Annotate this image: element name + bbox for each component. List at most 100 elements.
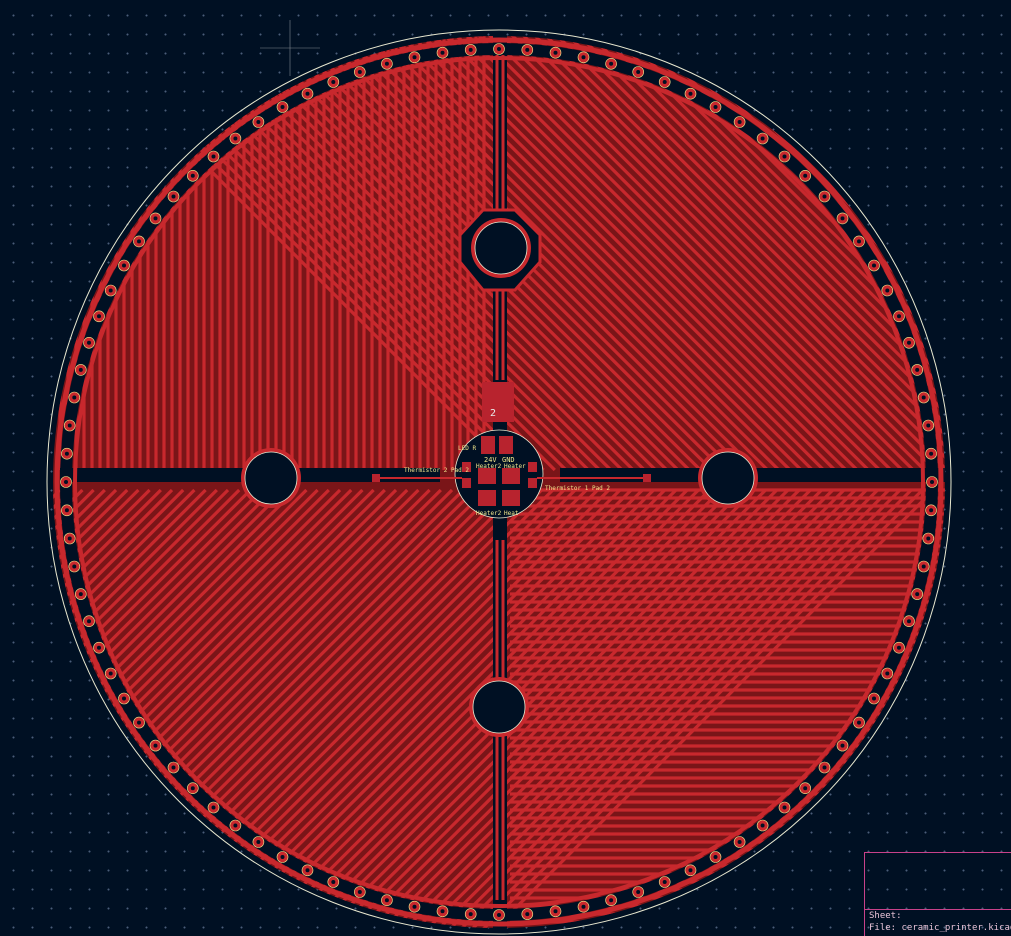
connector-pad[interactable]: [478, 490, 496, 506]
led-pad-center: [872, 696, 876, 701]
thermistor-2-label: Thermistor 2 Pad 2: [404, 467, 469, 474]
led-pad-center: [78, 592, 83, 597]
connector-pad[interactable]: [499, 436, 513, 454]
led-pad-center: [78, 367, 83, 372]
pcb-canvas[interactable]: 2 24V GND LED R Heater2 Heater Heater2 H…: [0, 0, 1011, 936]
file-label: File: ceramic_printer.kicad_pcb: [869, 923, 1011, 933]
led-pad-center: [636, 890, 641, 894]
connector-pad[interactable]: [502, 468, 520, 484]
led-pad-center: [688, 868, 693, 873]
led-pad-center: [929, 451, 934, 456]
led-pad-center: [840, 216, 845, 221]
led-pad-center: [256, 120, 261, 124]
led-pad-center: [64, 508, 69, 513]
led-pad-center: [713, 855, 718, 859]
led-pad-center: [97, 314, 101, 319]
drawing-sheet-title-block: Sheet: File: ceramic_printer.kicad_pcb: [864, 852, 1011, 936]
led-pad-center: [921, 395, 926, 400]
led-pad-center: [662, 80, 667, 84]
led-pad-center: [525, 47, 530, 52]
led-pad-center: [384, 898, 389, 903]
led-pad-center: [108, 288, 113, 293]
led-pad-center: [609, 898, 614, 903]
led-pad-center: [233, 136, 238, 141]
led-pad-center: [857, 720, 861, 725]
led-pad-center: [108, 671, 113, 676]
mounting-hole-right[interactable]: [701, 451, 755, 505]
led-pad-center: [688, 91, 693, 96]
mounting-hole-bottom[interactable]: [472, 680, 526, 734]
led-pad-center: [885, 288, 890, 293]
smd-pad[interactable]: [528, 478, 537, 488]
led-pad-center: [662, 880, 667, 884]
connector-pad[interactable]: [502, 490, 520, 506]
led-pad-center: [331, 80, 336, 84]
led-pad-center: [190, 173, 195, 178]
led-pad-center: [171, 194, 176, 199]
led-pad-center: [440, 909, 445, 914]
led-pad-center: [211, 154, 216, 159]
led-pad-center: [137, 720, 141, 725]
led-pad-center: [926, 423, 931, 428]
led-pad-center: [822, 765, 827, 770]
led-pad-center: [137, 239, 141, 244]
led-pad-center: [122, 263, 126, 268]
led-pad-center: [256, 840, 261, 844]
led-pad-center: [497, 913, 501, 917]
led-pad-center: [305, 91, 310, 96]
led-pad-center: [915, 367, 920, 372]
led-pad-center: [412, 904, 417, 909]
led-pad-center: [581, 904, 586, 909]
led-pad-center: [581, 55, 586, 60]
slot-number-label: 2: [490, 408, 496, 419]
thermistor-pad[interactable]: [643, 474, 651, 482]
led-pad-center: [907, 340, 911, 345]
led-pad-center: [64, 451, 69, 456]
led-pad-center: [737, 120, 742, 124]
led-pad-center: [857, 239, 861, 244]
led-pad-center: [553, 909, 558, 914]
led-pad-center: [926, 536, 931, 541]
led-pad-center: [915, 592, 920, 597]
smd-pad[interactable]: [528, 462, 537, 472]
led-pad-center: [609, 61, 614, 66]
led-pad-center: [921, 564, 926, 569]
led-pad-center: [97, 645, 101, 650]
led-pad-center: [897, 645, 901, 650]
led-pad-center: [87, 340, 91, 345]
led-pad-center: [153, 743, 158, 748]
connector-pad[interactable]: [481, 436, 495, 454]
heater-label: Heater: [504, 463, 526, 470]
led-pad-center: [885, 671, 890, 676]
led-pad-center: [280, 105, 285, 109]
led-pad-center: [907, 619, 911, 624]
mounting-hole-top[interactable]: [474, 221, 528, 275]
pcb-board: 2 24V GND LED R Heater2 Heater Heater2 H…: [46, 20, 952, 935]
led-pad-center: [782, 805, 787, 810]
mounting-hole-left[interactable]: [244, 451, 298, 505]
led-pad-center: [713, 105, 718, 109]
connector-pad[interactable]: [478, 468, 496, 484]
led-pad-center: [737, 840, 742, 844]
led-pad-center: [305, 868, 310, 873]
smd-pad[interactable]: [462, 478, 471, 488]
heater-label: Heat: [504, 510, 519, 517]
led-pad-center: [897, 314, 901, 319]
led-pad-center: [440, 50, 445, 55]
connector-pad[interactable]: [482, 382, 514, 422]
led-pad-center: [190, 786, 195, 791]
led-pad-center: [211, 805, 216, 810]
led-pad-center: [67, 536, 72, 541]
led-pad-center: [636, 70, 641, 74]
led-pad-center: [930, 480, 934, 484]
heater2-label: Heater2: [476, 463, 502, 470]
led-pad-center: [525, 912, 530, 917]
led-pad-center: [122, 696, 126, 701]
thermistor-pad[interactable]: [372, 474, 380, 482]
led-pad-center: [803, 786, 808, 791]
led-pad-center: [760, 823, 765, 828]
led-pad-center: [331, 880, 336, 884]
led-pad-center: [553, 50, 558, 55]
led-pad-center: [468, 47, 473, 52]
led-pad-center: [822, 194, 827, 199]
